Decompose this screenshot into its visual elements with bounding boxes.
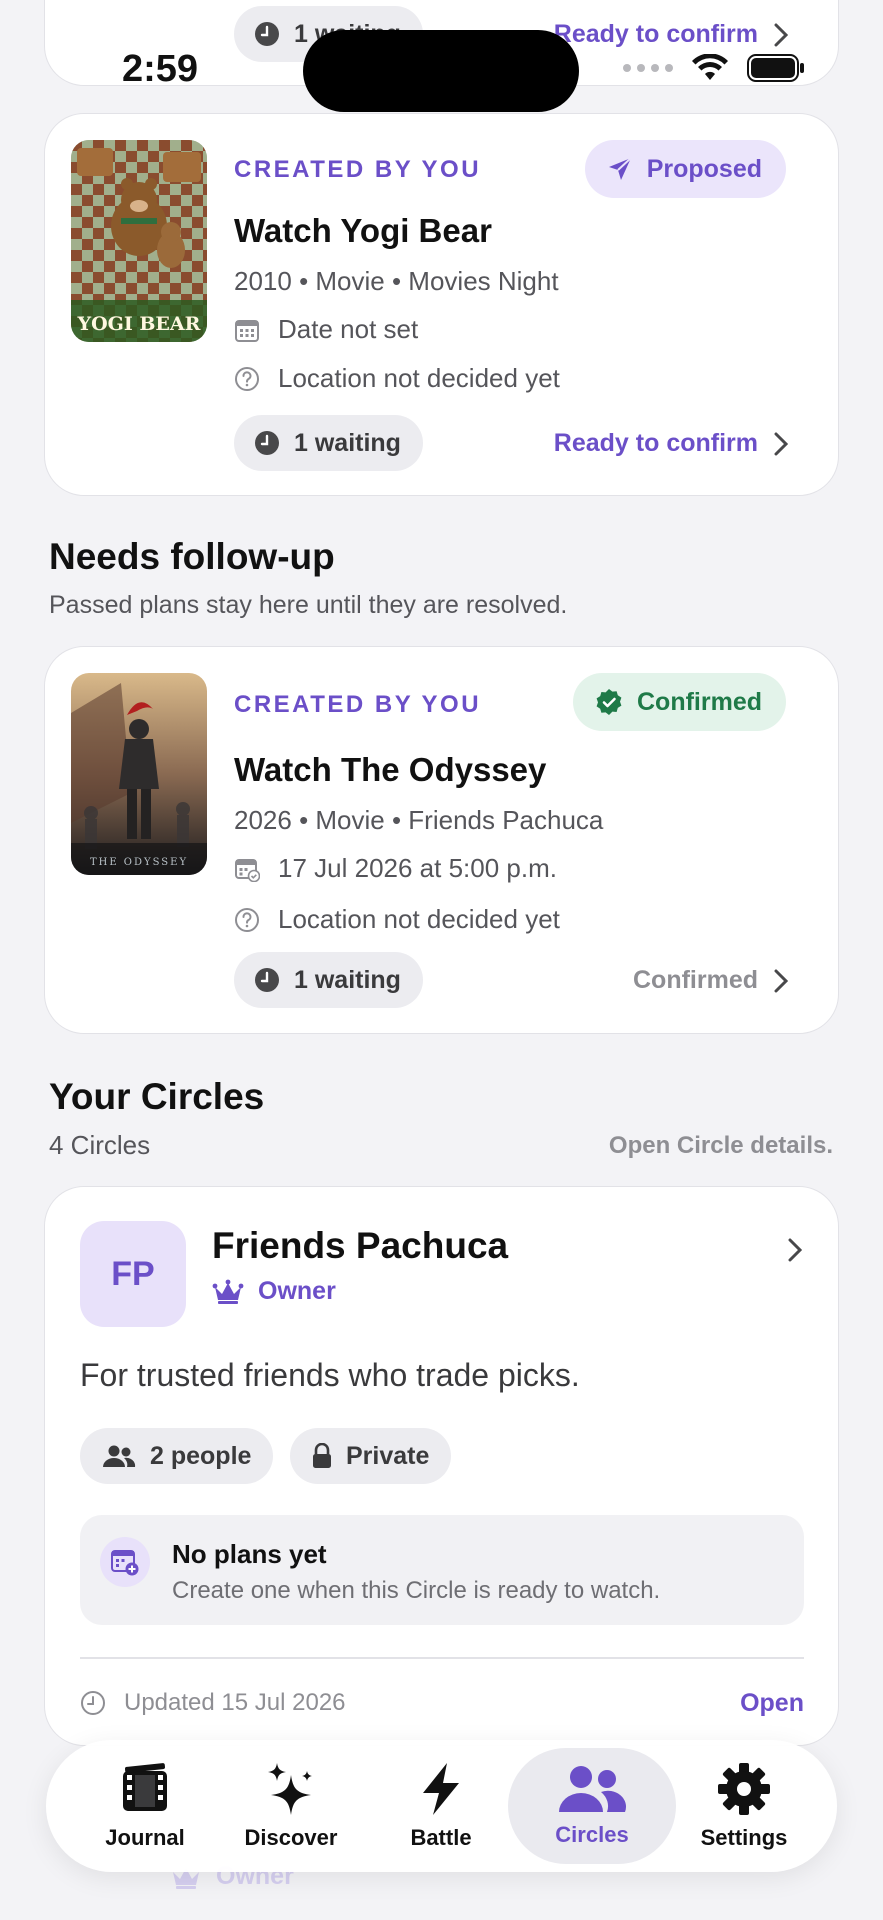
section-subtitle-followup: Passed plans stay here until they are re… [49, 591, 568, 619]
privacy-chip: Private [290, 1428, 452, 1484]
plan-card-odyssey[interactable]: THE ODYSSEY CREATED BY YOU Confirmed Wat… [44, 646, 839, 1034]
plan-meta: 2010 • Movie • Movies Night [234, 266, 559, 296]
section-title-followup: Needs follow-up [49, 536, 335, 577]
people-chip: 2 people [80, 1428, 274, 1484]
plan-location: Location not decided yet [278, 363, 560, 393]
dynamic-island [303, 30, 579, 112]
no-plans-title: No plans yet [172, 1539, 327, 1569]
question-icon [235, 366, 259, 391]
plan-location-row: Location not decided yet [234, 904, 560, 935]
waiting-label: 1 waiting [294, 428, 401, 457]
circles-hint: Open Circle details. [608, 1132, 833, 1159]
privacy-label: Private [346, 1441, 430, 1470]
calendar-icon [235, 319, 259, 342]
plan-date-row: 17 Jul 2026 at 5:00 p.m. [234, 853, 557, 884]
confirmed-link[interactable]: Confirmed [633, 966, 788, 995]
waiting-pill: 1 waiting [234, 952, 423, 1008]
circles-count: 4 Circles [49, 1130, 151, 1160]
clock-icon [255, 968, 279, 992]
plan-card-yogi-bear[interactable]: YOGI BEAR CREATED BY YOU Proposed Watch … [44, 113, 839, 496]
status-badge: Proposed [584, 140, 786, 198]
movie-poster: THE ODYSSEY [71, 673, 207, 875]
film-icon [123, 1763, 167, 1811]
chevron-right-icon [774, 432, 788, 455]
plan-date: Date not set [278, 314, 419, 344]
tab-journal[interactable]: Journal [76, 1748, 214, 1864]
plan-date: 17 Jul 2026 at 5:00 p.m. [278, 853, 557, 883]
status-label: Proposed [646, 154, 762, 183]
section-title-circles: Your Circles [49, 1076, 265, 1117]
no-plans-panel: No plans yet Create one when this Circle… [80, 1515, 804, 1625]
plan-location: Location not decided yet [278, 904, 560, 934]
wifi-icon [692, 54, 728, 80]
tab-label: Journal [105, 1825, 185, 1850]
tab-settings[interactable]: Settings [674, 1748, 814, 1864]
tab-bar: Journal Discover Battle Circles Settings [46, 1740, 837, 1872]
poster-title: THE ODYSSEY [90, 857, 188, 868]
signal-icon [623, 64, 673, 72]
circle-role: Owner [212, 1277, 336, 1306]
plan-date-row: Date not set [234, 314, 418, 345]
action-label: Ready to confirm [553, 429, 758, 457]
gear-icon [718, 1763, 770, 1815]
role-label: Owner [258, 1277, 336, 1305]
calendar-check-icon [235, 858, 260, 882]
tab-label: Settings [700, 1825, 788, 1850]
status-time: 2:59 [122, 48, 199, 90]
updated-label: Updated 15 Jul 2026 [124, 1689, 346, 1716]
tab-circles[interactable]: Circles [508, 1748, 676, 1864]
chevron-right-icon [774, 969, 788, 992]
status-badge: Confirmed [573, 673, 786, 731]
tab-label: Discover [244, 1825, 338, 1850]
paper-plane-icon [608, 157, 632, 180]
status-label: Confirmed [637, 687, 762, 716]
plan-title: Watch The Odyssey [234, 751, 547, 788]
movie-poster: YOGI BEAR [71, 140, 207, 342]
poster-title: YOGI BEAR [77, 313, 201, 335]
plan-meta: 2026 • Movie • Friends Pachuca [234, 805, 604, 835]
crown-icon [212, 1279, 244, 1304]
chevron-right-icon[interactable] [788, 1238, 802, 1262]
no-plans-subtitle: Create one when this Circle is ready to … [172, 1577, 661, 1604]
clock-icon [255, 431, 279, 455]
tab-label: Battle [410, 1825, 472, 1850]
calendar-add-icon [100, 1537, 150, 1587]
ready-to-confirm-link[interactable]: Ready to confirm [554, 429, 788, 458]
people-icon [559, 1766, 627, 1812]
circle-avatar: FP [80, 1221, 186, 1327]
question-icon [235, 907, 259, 932]
tab-label: Circles [555, 1822, 629, 1847]
divider [80, 1657, 804, 1659]
sparkles-icon [268, 1763, 312, 1815]
waiting-pill: 1 waiting [234, 415, 423, 471]
created-by-label: CREATED BY YOU [234, 156, 482, 183]
tab-discover[interactable]: Discover [222, 1748, 360, 1864]
battery-icon [747, 54, 804, 82]
lock-icon [313, 1443, 331, 1468]
bolt-icon [423, 1763, 459, 1815]
people-icon [103, 1445, 136, 1467]
circle-description: For trusted friends who trade picks. [80, 1357, 580, 1393]
clock-outline-icon [81, 1691, 105, 1715]
plan-location-row: Location not decided yet [234, 363, 560, 394]
updated-row: Updated 15 Jul 2026 [80, 1689, 346, 1717]
plan-title: Watch Yogi Bear [234, 212, 492, 249]
tab-battle[interactable]: Battle [372, 1748, 510, 1864]
status-bar: 2:59 [0, 0, 883, 112]
waiting-label: 1 waiting [294, 965, 401, 994]
circle-card-friends-pachuca[interactable]: FP Friends Pachuca Owner For trusted fri… [44, 1186, 839, 1746]
action-label: Confirmed [633, 966, 758, 994]
people-count: 2 people [150, 1441, 252, 1470]
verified-check-icon [596, 689, 622, 715]
open-circle-button[interactable]: Open [740, 1689, 804, 1718]
created-by-label: CREATED BY YOU [234, 691, 482, 718]
circle-name: Friends Pachuca [212, 1225, 509, 1266]
status-icons [623, 54, 805, 82]
